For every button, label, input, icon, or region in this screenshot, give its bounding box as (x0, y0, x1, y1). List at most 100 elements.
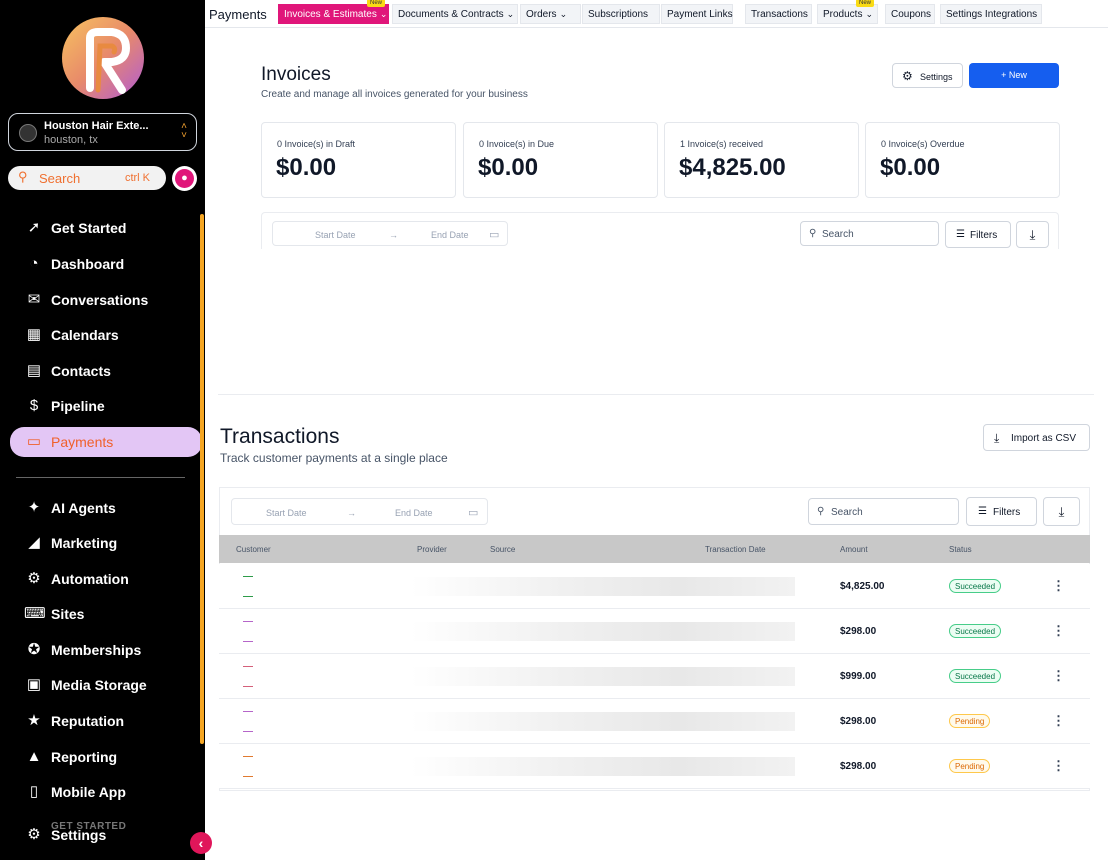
tab-settings-integrations[interactable]: Settings Integrations (940, 4, 1042, 24)
card-label: 0 Invoice(s) Overdue (881, 139, 965, 149)
col-transaction-date[interactable]: Transaction Date (705, 545, 766, 554)
table-row[interactable]: $4,825.00 Succeeded ⋮ (219, 564, 1090, 609)
dollar-funnel-icon: $ (29, 397, 39, 414)
transaction-date-range[interactable]: Start Date → End Date ▭ (231, 498, 488, 525)
more-options-icon[interactable]: ⋮ (1052, 758, 1065, 774)
sidebar-item-label: Automation (51, 571, 129, 587)
transaction-filters-button[interactable]: ☰ Filters (966, 497, 1037, 526)
end-date-label: End Date (431, 230, 469, 240)
sidebar-scrollbar[interactable] (200, 214, 204, 744)
card-value: $0.00 (276, 154, 337, 181)
invoice-filters-button[interactable]: ☰ Filters (945, 221, 1011, 248)
sidebar-item-label: Contacts (51, 363, 111, 379)
customer-placeholder (243, 711, 253, 712)
tab-label: Coupons (891, 9, 932, 20)
customer-placeholder (243, 731, 253, 732)
col-provider[interactable]: Provider (417, 545, 447, 554)
new-invoice-button[interactable]: + New (969, 63, 1059, 88)
loading-shimmer (411, 622, 795, 641)
download-button[interactable]: ⤓ (1043, 497, 1080, 526)
transaction-search-input[interactable]: ⚲ Search (808, 498, 959, 525)
sidebar-item-reputation[interactable]: ★ Reputation (10, 706, 202, 736)
sidebar-item-get-started[interactable]: ➚ Get Started (10, 213, 202, 243)
search-icon: ⚲ (18, 169, 28, 184)
sidebar-item-ai-agents[interactable]: ✦ AI Agents (10, 493, 202, 523)
amount-cell: $298.00 (840, 626, 877, 637)
chevron-down-icon: ⌄ (559, 9, 568, 19)
table-row[interactable]: $298.00 Succeeded ⋮ (219, 609, 1090, 654)
sidebar-item-automation[interactable]: ⚙ Automation (10, 564, 202, 594)
amount-cell: $999.00 (840, 671, 877, 682)
sidebar-item-label: Sites (51, 606, 85, 622)
more-options-icon[interactable]: ⋮ (1052, 713, 1065, 729)
tab-orders[interactable]: Orders ⌄ (520, 4, 581, 24)
customer-placeholder (243, 596, 253, 597)
arrow-right-icon: → (389, 230, 398, 240)
invoice-date-range[interactable]: Start Date → End Date ▭ (272, 221, 508, 246)
rocket-icon: ➚ (27, 219, 41, 236)
calendar-icon: ▭ (468, 507, 479, 519)
customer-placeholder (243, 576, 253, 577)
sidebar-item-pipeline[interactable]: $ Pipeline (10, 391, 202, 421)
import-csv-button[interactable]: ⤓ Import as CSV (983, 424, 1090, 451)
table-row[interactable]: $298.00 Pending ⋮ (219, 744, 1090, 789)
invoice-summary-card: 1 Invoice(s) received $4,825.00 (664, 122, 859, 198)
collapse-sidebar-button[interactable]: ‹ (190, 832, 212, 854)
sidebar-item-media-storage[interactable]: ▣ Media Storage (10, 670, 202, 700)
more-options-icon[interactable]: ⋮ (1052, 668, 1065, 684)
sidebar-item-conversations[interactable]: ✉ Conversations (10, 285, 202, 315)
start-date-label: Start Date (266, 508, 307, 518)
tab-subscriptions[interactable]: Subscriptions (582, 4, 660, 24)
invoice-settings-button[interactable]: ⚙ Settings (892, 63, 963, 88)
sidebar-item-payments[interactable]: ▭ Payments (10, 427, 202, 457)
sidebar-item-sites[interactable]: ⌨ Sites (10, 599, 202, 629)
col-customer[interactable]: Customer (236, 545, 271, 554)
sidebar-search[interactable]: ⚲ Search ctrl K (8, 166, 166, 190)
brand-logo (60, 16, 146, 100)
download-button[interactable]: ⤓ (1016, 221, 1049, 248)
tab-documents-contracts[interactable]: Documents & Contracts ⌄ (392, 4, 518, 24)
invoice-table-area (218, 250, 1094, 395)
transactions-subtitle: Track customer payments at a single plac… (220, 451, 448, 465)
automation-gear-icon: ⚙ (27, 570, 41, 587)
sidebar-item-label: Mobile App (51, 784, 126, 800)
invoice-search-input[interactable]: ⚲ Search (800, 221, 939, 246)
location-switcher[interactable]: Houston Hair Exte... houston, tx ˄ ˅ (8, 113, 197, 151)
tab-label: Transactions (751, 9, 808, 20)
col-source[interactable]: Source (490, 545, 515, 554)
sidebar-item-label: AI Agents (51, 500, 116, 516)
col-status[interactable]: Status (949, 545, 972, 554)
sidebar-item-memberships[interactable]: ✪ Memberships (10, 635, 202, 665)
sidebar-item-mobile-app[interactable]: ▯ Mobile App (10, 777, 202, 807)
card-value: $0.00 (478, 154, 539, 181)
search-placeholder: Search (822, 229, 854, 240)
calendar-icon: ▦ (26, 326, 42, 343)
table-row[interactable]: $298.00 Pending ⋮ (219, 699, 1090, 744)
filter-icon: ☰ (956, 229, 965, 240)
tab-products[interactable]: Products ⌄ (817, 4, 878, 24)
chat-icon: ✉ (27, 291, 41, 308)
user-avatar[interactable]: ● (172, 166, 197, 191)
tab-transactions[interactable]: Transactions (745, 4, 812, 24)
tab-label: Subscriptions (588, 9, 649, 20)
sidebar-item-dashboard[interactable]: ◔ Dashboard (10, 249, 202, 279)
sidebar-item-calendars[interactable]: ▦ Calendars (10, 320, 202, 350)
tab-coupons[interactable]: Coupons (885, 4, 935, 24)
chart-icon: ▲ (26, 748, 42, 765)
download-icon: ⤓ (994, 431, 1000, 445)
loading-shimmer (411, 712, 795, 731)
more-options-icon[interactable]: ⋮ (1052, 578, 1065, 594)
sidebar-item-marketing[interactable]: ◢ Marketing (10, 528, 202, 558)
table-row[interactable]: $999.00 Succeeded ⋮ (219, 654, 1090, 699)
tab-invoices-estimates[interactable]: Invoices & Estimates ⌄ (278, 4, 389, 24)
chevron-down-icon: ⌄ (865, 9, 874, 19)
more-options-icon[interactable]: ⋮ (1052, 623, 1065, 639)
search-placeholder: Search (39, 171, 81, 186)
sidebar-item-label: Reputation (51, 713, 125, 729)
sidebar-item-contacts[interactable]: ▤ Contacts (10, 356, 202, 386)
tab-payment-links[interactable]: Payment Links (661, 4, 733, 24)
sidebar-item-reporting[interactable]: ▲ Reporting (10, 742, 202, 772)
top-nav: Payments Invoices & Estimates ⌄ New Documen… (205, 0, 1108, 28)
import-csv-label: Import as CSV (1011, 433, 1077, 444)
col-amount[interactable]: Amount (840, 545, 868, 554)
